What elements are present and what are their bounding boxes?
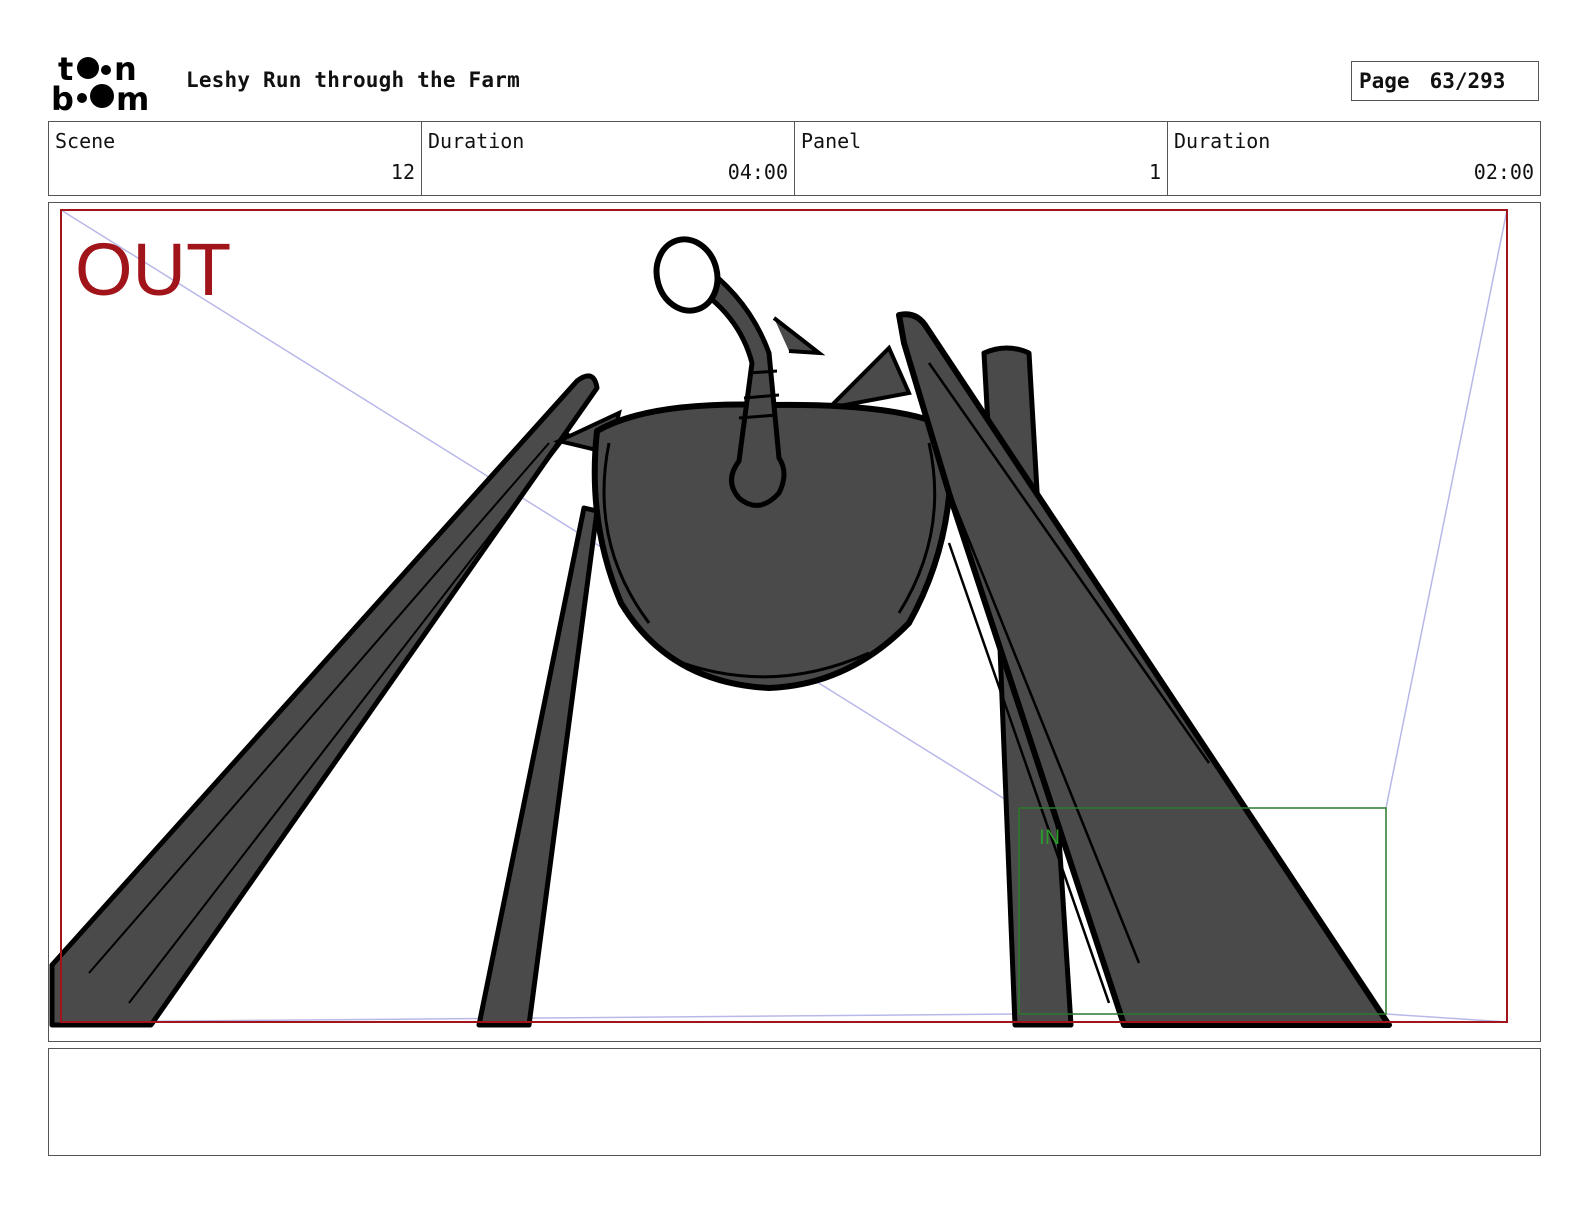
front-left-leg	[476, 505, 600, 1028]
project-title: Leshy Run through the Farm	[186, 68, 520, 92]
panel-cell: Panel 1	[795, 122, 1168, 195]
svg-text:b: b	[51, 80, 74, 112]
panel-notes-box[interactable]	[48, 1048, 1541, 1156]
panel-label: Panel	[801, 129, 862, 153]
panel-value: 1	[1148, 160, 1161, 184]
storyboard-panel: OUT IN	[48, 202, 1541, 1042]
out-frame-label: OUT	[75, 228, 232, 311]
scene-label: Scene	[55, 129, 116, 153]
scene-duration-value: 04:00	[727, 160, 788, 184]
sketch-drawing	[49, 209, 1508, 1028]
page-label: Page	[1359, 69, 1410, 93]
scene-duration-label: Duration	[428, 129, 525, 153]
scene-value: 12	[390, 160, 415, 184]
panel-info-row: Scene 12 Duration 04:00 Panel 1 Duration…	[48, 121, 1541, 196]
right-joint	[823, 344, 912, 412]
scene-duration-cell: Duration 04:00	[422, 122, 795, 195]
scene-cell: Scene 12	[49, 122, 422, 195]
toon-boom-logo-mark: t n b m	[51, 50, 149, 112]
eye	[653, 236, 721, 314]
panel-duration-label: Duration	[1174, 129, 1271, 153]
panel-duration-cell: Duration 02:00	[1168, 122, 1540, 195]
svg-text:m: m	[116, 80, 149, 112]
page-number: 63/293	[1429, 69, 1506, 93]
toon-boom-logo: t n b m	[50, 50, 166, 112]
panel-duration-value: 02:00	[1473, 160, 1534, 184]
in-frame-label: IN	[1039, 826, 1060, 849]
page-indicator: Page 63/293	[1351, 61, 1539, 101]
